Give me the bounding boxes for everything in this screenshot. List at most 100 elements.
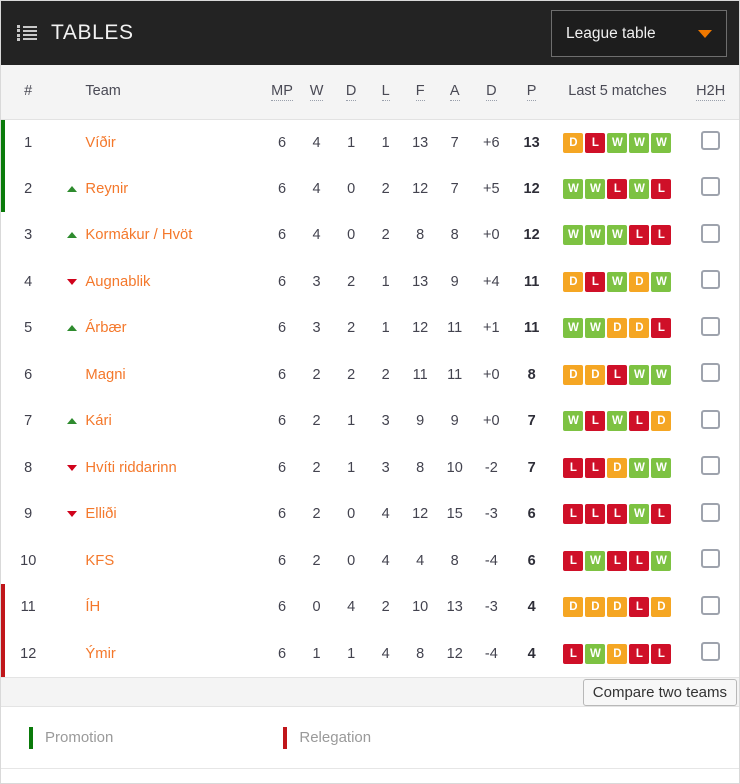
team-name-link[interactable]: Reynir xyxy=(85,181,128,197)
team-name-link[interactable]: Kormákur / Hvöt xyxy=(85,227,192,243)
table-row[interactable]: 5 Árbær 6 3 2 1 12 11 +1 11 W W D D L xyxy=(1,305,739,352)
form-badge[interactable]: L xyxy=(563,504,584,525)
form-badge[interactable]: D xyxy=(629,271,650,292)
form-badge[interactable]: W xyxy=(651,132,672,153)
form-badge[interactable]: L xyxy=(563,550,584,571)
form-badge[interactable]: W xyxy=(629,457,650,478)
form-badge[interactable]: W xyxy=(585,550,606,571)
row-team[interactable]: Elliði xyxy=(55,491,264,538)
h2h-checkbox[interactable] xyxy=(701,363,721,383)
form-badge[interactable]: W xyxy=(607,411,628,432)
form-badge[interactable]: L xyxy=(651,178,672,199)
row-team[interactable]: Hvíti riddarinn xyxy=(55,445,264,492)
form-badge[interactable]: D xyxy=(607,643,628,664)
form-badge[interactable]: W xyxy=(629,364,650,385)
form-badge[interactable]: D xyxy=(651,597,672,618)
team-name-link[interactable]: Víðir xyxy=(85,135,115,151)
form-badge[interactable]: W xyxy=(607,132,628,153)
table-row[interactable]: 10 KFS 6 2 0 4 4 8 -4 6 L W L L W xyxy=(1,537,739,585)
team-name-link[interactable]: KFS xyxy=(85,553,114,569)
form-badge[interactable]: W xyxy=(607,225,628,246)
form-badge[interactable]: W xyxy=(651,457,672,478)
form-badge[interactable]: L xyxy=(651,225,672,246)
form-badge[interactable]: D xyxy=(651,411,672,432)
row-team[interactable]: KFS xyxy=(55,538,264,585)
form-badge[interactable]: L xyxy=(629,411,650,432)
form-badge[interactable]: L xyxy=(629,643,650,664)
form-badge[interactable]: D xyxy=(607,597,628,618)
h2h-checkbox[interactable] xyxy=(701,595,721,615)
team-name-link[interactable]: Árbær xyxy=(85,320,126,336)
row-team[interactable]: Kormákur / Hvöt xyxy=(55,212,264,259)
form-badge[interactable]: L xyxy=(629,597,650,618)
form-badge[interactable]: D xyxy=(563,364,584,385)
team-name-link[interactable]: Magni xyxy=(85,367,125,383)
h2h-checkbox[interactable] xyxy=(701,642,721,662)
team-name-link[interactable]: Ýmir xyxy=(85,646,115,662)
column-header-goal-difference[interactable]: D xyxy=(472,65,511,119)
form-badge[interactable]: L xyxy=(585,457,606,478)
form-badge[interactable]: L xyxy=(651,318,672,339)
column-header-points[interactable]: P xyxy=(511,65,553,119)
table-row[interactable]: 11 ÍH 6 0 4 2 10 13 -3 4 D D D L D xyxy=(1,584,739,631)
form-badge[interactable]: W xyxy=(585,225,606,246)
form-badge[interactable]: W xyxy=(651,550,672,571)
form-badge[interactable]: W xyxy=(563,411,584,432)
team-name-link[interactable]: Hvíti riddarinn xyxy=(85,460,176,476)
row-team[interactable]: ÍH xyxy=(55,584,264,631)
column-header-l[interactable]: L xyxy=(368,65,403,119)
form-badge[interactable]: D xyxy=(563,597,584,618)
form-badge[interactable]: L xyxy=(563,457,584,478)
compare-two-teams-button[interactable]: Compare two teams xyxy=(582,679,737,706)
column-header-h2h[interactable]: H2H xyxy=(682,65,739,119)
team-name-link[interactable]: Kári xyxy=(85,413,111,429)
form-badge[interactable]: W xyxy=(629,178,650,199)
table-row[interactable]: 3 Kormákur / Hvöt 6 4 0 2 8 8 +0 12 W W W L L xyxy=(1,212,739,259)
form-badge[interactable]: W xyxy=(629,132,650,153)
list-icon[interactable] xyxy=(17,25,37,41)
form-badge[interactable]: L xyxy=(607,364,628,385)
form-badge[interactable]: D xyxy=(607,457,628,478)
form-badge[interactable]: L xyxy=(585,271,606,292)
form-badge[interactable]: W xyxy=(585,178,606,199)
table-row[interactable]: 1 Víðir 6 4 1 1 13 7 +6 13 D L W W W xyxy=(1,119,739,166)
table-row[interactable]: 6 Magni 6 2 2 2 11 11 +0 8 D D L W W xyxy=(1,351,739,398)
form-badge[interactable]: W xyxy=(607,271,628,292)
form-badge[interactable]: L xyxy=(651,643,672,664)
h2h-checkbox[interactable] xyxy=(701,131,721,150)
column-header-mp[interactable]: MP xyxy=(265,65,300,119)
table-row[interactable]: 7 Kári 6 2 1 3 9 9 +0 7 W L W L D xyxy=(1,398,739,445)
h2h-checkbox[interactable] xyxy=(701,223,721,243)
h2h-checkbox[interactable] xyxy=(701,409,721,429)
form-badge[interactable]: D xyxy=(563,132,584,153)
column-header-f[interactable]: F xyxy=(403,65,438,119)
h2h-checkbox[interactable] xyxy=(701,316,721,336)
form-badge[interactable]: W xyxy=(563,178,584,199)
form-badge[interactable]: L xyxy=(585,504,606,525)
form-badge[interactable]: D xyxy=(607,318,628,339)
table-row[interactable]: 2 Reynir 6 4 0 2 12 7 +5 12 W W L W L xyxy=(1,165,739,213)
row-team[interactable]: Kári xyxy=(55,398,264,445)
row-team[interactable]: Augnablik xyxy=(55,259,264,306)
h2h-checkbox[interactable] xyxy=(701,177,721,197)
row-team[interactable]: Ýmir xyxy=(55,631,264,678)
form-badge[interactable]: L xyxy=(585,132,606,153)
form-badge[interactable]: D xyxy=(585,597,606,618)
league-table-select[interactable]: League table xyxy=(551,10,727,57)
team-name-link[interactable]: Augnablik xyxy=(85,274,150,290)
form-badge[interactable]: D xyxy=(629,318,650,339)
form-badge[interactable]: D xyxy=(585,364,606,385)
row-team[interactable]: Víðir xyxy=(55,119,264,166)
column-header-w[interactable]: W xyxy=(299,65,334,119)
row-team[interactable]: Árbær xyxy=(55,305,264,352)
form-badge[interactable]: L xyxy=(607,504,628,525)
form-badge[interactable]: L xyxy=(585,411,606,432)
form-badge[interactable]: W xyxy=(563,225,584,246)
row-team[interactable]: Reynir xyxy=(55,166,264,213)
column-header-d[interactable]: D xyxy=(334,65,369,119)
form-badge[interactable]: W xyxy=(651,364,672,385)
table-row[interactable]: 8 Hvíti riddarinn 6 2 1 3 8 10 -2 7 L L D W W xyxy=(1,444,739,492)
h2h-checkbox[interactable] xyxy=(701,456,721,476)
h2h-checkbox[interactable] xyxy=(701,270,721,290)
table-row[interactable]: 9 Elliði 6 2 0 4 12 15 -3 6 L L L W L xyxy=(1,491,739,538)
